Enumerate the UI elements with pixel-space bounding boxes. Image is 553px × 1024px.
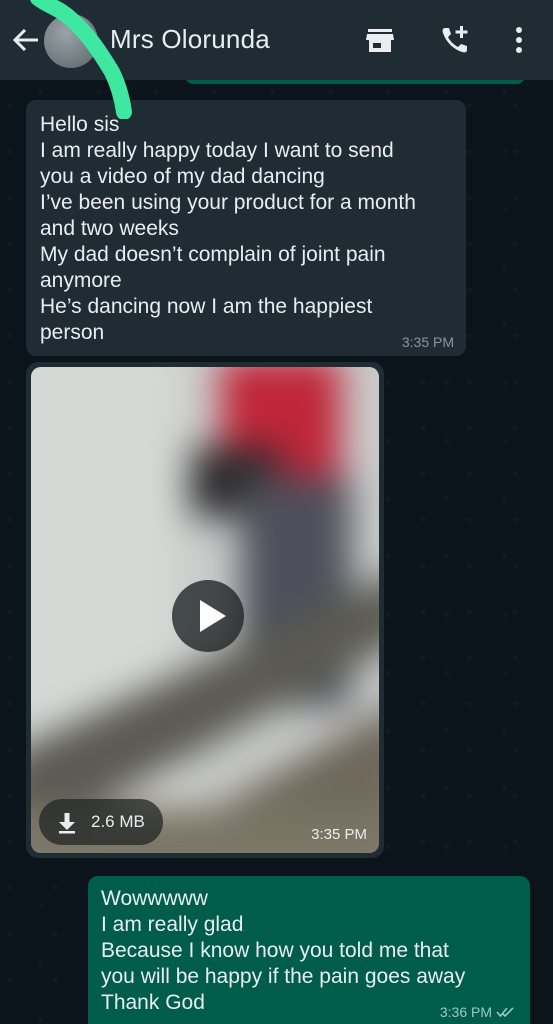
download-button[interactable]: 2.6 MB: [39, 799, 163, 845]
message-line: Because I know how you told me that: [101, 939, 449, 962]
add-call-icon[interactable]: [437, 22, 473, 58]
message-line: and two weeks: [40, 217, 179, 240]
message-line: Wowwwww: [101, 887, 208, 910]
download-icon: [59, 813, 75, 834]
message-timestamp: 3:36 PM: [439, 1004, 492, 1020]
message-line: person: [40, 321, 105, 344]
video-size: 2.6 MB: [91, 812, 145, 831]
incoming-video-bubble[interactable]: 2.6 MB 3:35 PM: [26, 362, 384, 858]
message-timestamp: 3:35 PM: [311, 826, 367, 843]
message-line: anymore: [40, 269, 122, 292]
message-line: I’ve been using your product for a month: [40, 191, 416, 214]
message-line: I am really glad: [101, 913, 244, 936]
message-line: you a video of my dad dancing: [40, 165, 325, 188]
message-line: He’s dancing now I am the happiest: [40, 295, 373, 318]
double-check-icon: [496, 1007, 514, 1018]
message-meta: 3:36 PM: [440, 1004, 516, 1020]
incoming-message-bubble[interactable]: Hello sis I am really happy today I want…: [26, 100, 466, 356]
outgoing-message-bubble[interactable]: Wowwwww I am really glad Because I know …: [88, 876, 530, 1024]
play-button[interactable]: [172, 580, 244, 652]
message-timestamp: 3:35 PM: [401, 334, 454, 350]
highlighter-mark: [30, 0, 132, 119]
message-line: I am really happy today I want to send: [40, 139, 394, 162]
video-thumbnail[interactable]: 2.6 MB 3:35 PM: [31, 367, 379, 853]
shop-icon[interactable]: [362, 22, 398, 58]
play-icon: [200, 600, 226, 632]
message-line: you will be happy if the pain goes away: [101, 965, 466, 988]
more-vert-icon[interactable]: [501, 22, 537, 58]
message-line: My dad doesn’t complain of joint pain: [40, 243, 386, 266]
